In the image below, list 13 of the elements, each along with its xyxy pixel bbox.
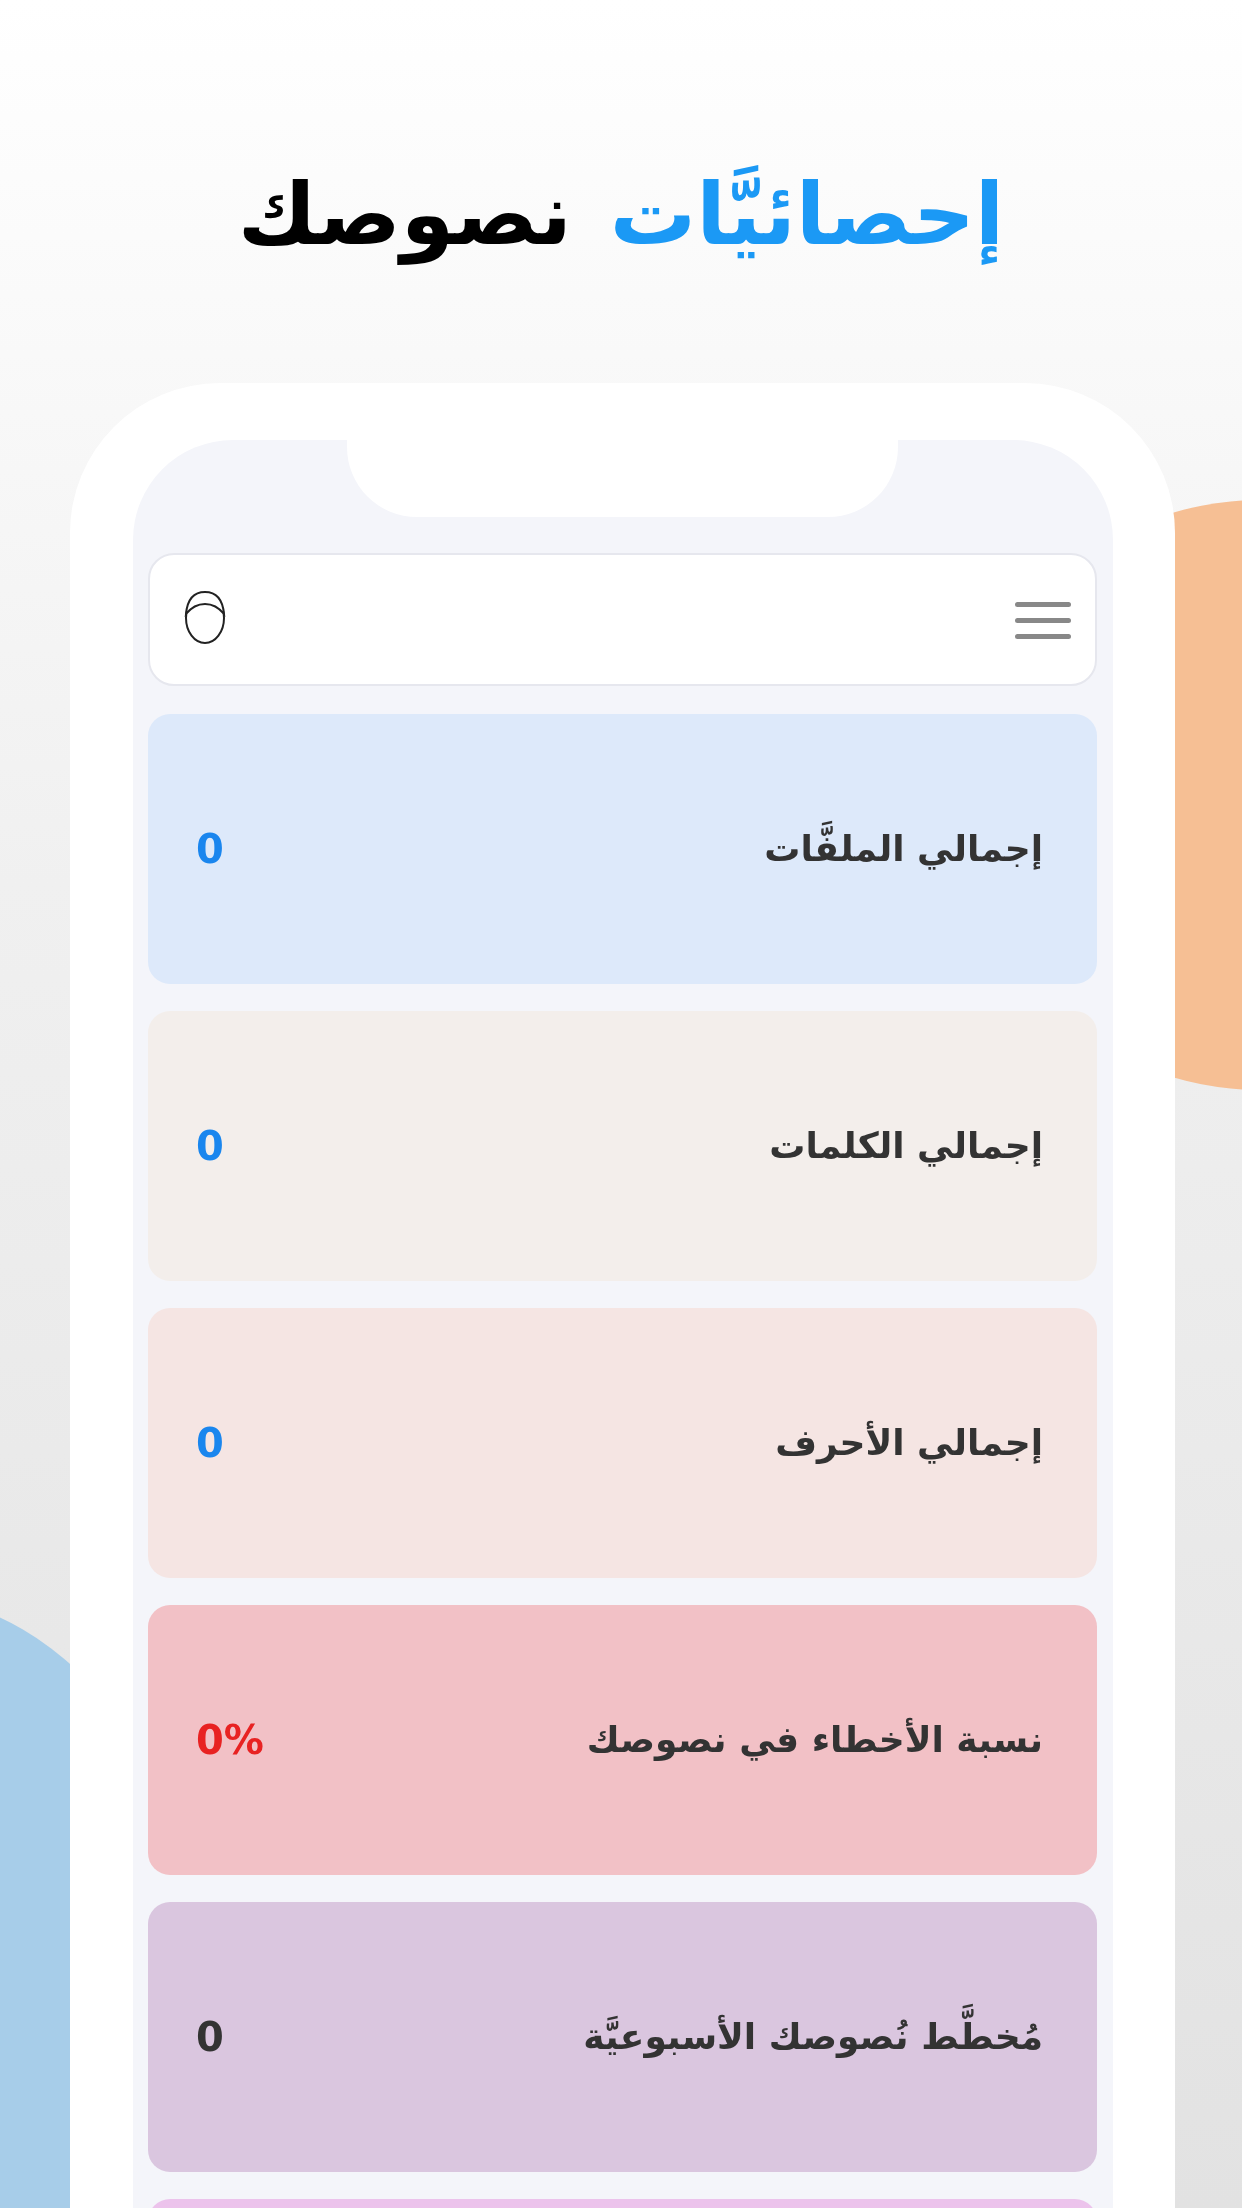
stat-value: 0 — [196, 1420, 224, 1466]
headline-word: إحصائيَّات — [608, 163, 1006, 267]
stat-value: 0 — [196, 2014, 224, 2060]
headline-word: نصوصك — [236, 163, 573, 267]
stat-value: 0 — [196, 826, 224, 872]
stat-label: نسبة الأخطاء في نصوصك — [585, 1716, 1044, 1763]
stat-label: إجمالي الملفَّات — [760, 812, 1047, 886]
stat-label: إجمالي الأحرف — [774, 1419, 1044, 1466]
stat-value: 0 — [196, 1123, 224, 1169]
stat-label: مُخطَّط نُصوصك الأسبوعيَّة — [579, 2000, 1047, 2074]
stat-label: إجمالي الكلمات — [768, 1124, 1044, 1169]
menu-icon[interactable] — [1015, 599, 1071, 640]
stat-value: 0% — [196, 1717, 264, 1763]
